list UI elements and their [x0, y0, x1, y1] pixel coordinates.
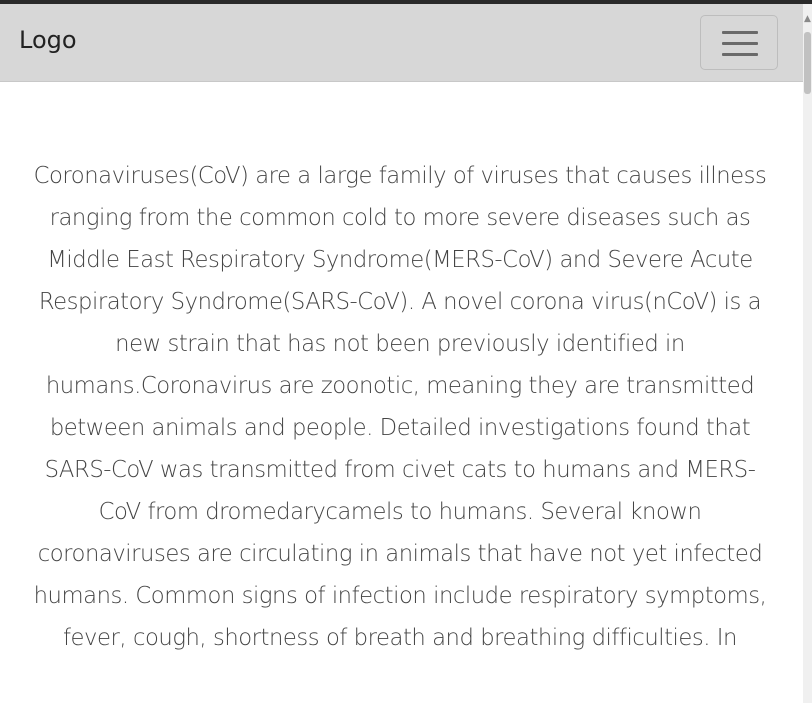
chevron-up-icon[interactable]: ▲: [803, 14, 812, 24]
brand-logo-link[interactable]: Logo: [19, 25, 77, 55]
scrollbar-thumb[interactable]: [804, 32, 811, 94]
coronavirus-info-paragraph: Coronaviruses(CoV) are a large family of…: [33, 163, 767, 651]
hamburger-icon: [722, 31, 758, 34]
hamburger-icon-line: [722, 53, 758, 56]
navbar-toggler-button[interactable]: [700, 15, 778, 70]
vertical-scrollbar[interactable]: ▲: [803, 4, 812, 703]
browser-viewport: Logo ▲ Coronaviruses(CoV) are a large fa…: [0, 0, 812, 703]
navbar: Logo: [0, 4, 803, 82]
hamburger-icon-line: [722, 42, 758, 45]
